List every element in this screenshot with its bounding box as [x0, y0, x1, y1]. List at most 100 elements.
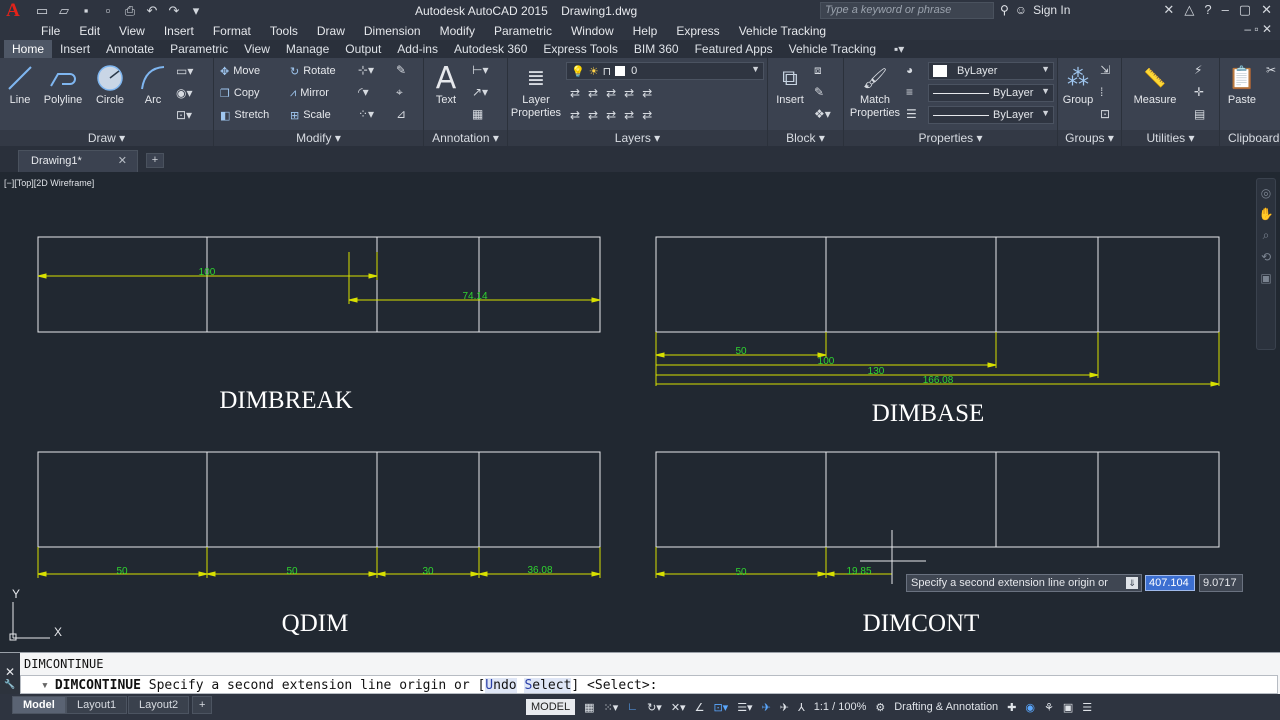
- tab-featured-apps[interactable]: Featured Apps: [687, 40, 781, 58]
- option-undo[interactable]: Undo: [485, 677, 517, 693]
- recent-commands-icon[interactable]: ▾: [41, 678, 49, 693]
- options-down-icon[interactable]: ⇓: [1126, 577, 1138, 589]
- pan-icon[interactable]: ✋: [1257, 207, 1275, 221]
- insert-block-tool[interactable]: ⧉ Insert: [770, 62, 810, 106]
- ungroup-icon[interactable]: ⇲: [1100, 63, 1110, 77]
- menu-format[interactable]: Format: [213, 24, 251, 38]
- rotate-button[interactable]: ↻ Rotate: [290, 61, 336, 81]
- quick-select-icon[interactable]: ⚡: [1194, 63, 1202, 77]
- close-tab-icon[interactable]: ✕: [118, 154, 127, 167]
- stretch-button[interactable]: ◧ Stretch: [220, 105, 269, 125]
- zoom-icon[interactable]: ⌕: [1257, 228, 1275, 243]
- rectangle-icon[interactable]: ▭▾: [176, 64, 193, 78]
- sign-in-link[interactable]: Sign In: [1033, 3, 1070, 17]
- customize-icon[interactable]: 🔧: [0, 679, 20, 690]
- isolate-objects-icon[interactable]: ◉: [1025, 701, 1035, 714]
- qat-dropdown-icon[interactable]: ▾: [188, 3, 204, 19]
- leader-icon[interactable]: ↗▾: [472, 85, 488, 99]
- layout-tab-layout2[interactable]: Layout2: [128, 696, 190, 714]
- command-line-handle[interactable]: ✕ 🔧: [0, 653, 20, 695]
- layer-tools-row-1[interactable]: ⇄⇄⇄⇄⇄: [570, 86, 660, 100]
- array-icon[interactable]: ⁘▾: [358, 107, 374, 121]
- model-space-toggle[interactable]: MODEL: [526, 699, 576, 715]
- maximize-icon[interactable]: ▢: [1239, 2, 1251, 18]
- layout-tab-layout1[interactable]: Layout1: [66, 696, 128, 714]
- measure-tool[interactable]: 📏 Measure: [1130, 62, 1180, 107]
- group-edit-icon[interactable]: ⁞: [1100, 85, 1103, 99]
- clean-screen-icon[interactable]: ▣: [1063, 701, 1073, 714]
- boundary-icon[interactable]: ⊡▾: [176, 108, 192, 122]
- group-tool[interactable]: ⁂ Group: [1060, 62, 1096, 106]
- annotation-panel-title[interactable]: Annotation ▾: [424, 130, 507, 146]
- autocad-logo-icon[interactable]: A: [0, 0, 26, 22]
- menu-parametric[interactable]: Parametric: [494, 24, 552, 38]
- menu-dimension[interactable]: Dimension: [364, 24, 421, 38]
- arc-tool[interactable]: Arc: [136, 62, 170, 106]
- help-search-input[interactable]: Type a keyword or phrase: [820, 2, 994, 19]
- open-file-icon[interactable]: ▱: [56, 3, 72, 19]
- workspace-dropdown[interactable]: Drafting & Annotation: [894, 701, 998, 713]
- print-icon[interactable]: ⎙: [122, 3, 138, 19]
- scale-button[interactable]: ⊞ Scale: [290, 105, 331, 125]
- ortho-icon[interactable]: ∟: [627, 701, 638, 713]
- menu-edit[interactable]: Edit: [79, 24, 100, 38]
- dynamic-input-y-field[interactable]: 9.0717: [1199, 574, 1243, 592]
- edit-block-icon[interactable]: ✎: [814, 85, 824, 99]
- menu-help[interactable]: Help: [633, 24, 658, 38]
- annotation-scale-icon[interactable]: ✈: [780, 701, 789, 714]
- object-snap-icon[interactable]: ⊡▾: [713, 701, 728, 714]
- groups-panel-title[interactable]: Groups ▾: [1058, 130, 1121, 146]
- annotation-scale-dropdown[interactable]: 1:1 / 100%: [814, 701, 867, 713]
- lineweight-toggle-icon[interactable]: ☰▾: [737, 701, 752, 714]
- line-tool[interactable]: Line: [4, 62, 36, 106]
- new-layout-button[interactable]: +: [192, 696, 213, 714]
- tab-annotate[interactable]: Annotate: [98, 40, 162, 58]
- layout-tab-model[interactable]: Model: [12, 696, 66, 714]
- undo-icon[interactable]: ↶: [144, 3, 160, 19]
- layers-panel-title[interactable]: Layers ▾: [508, 130, 767, 146]
- tab-autodesk-360[interactable]: Autodesk 360: [446, 40, 535, 58]
- utilities-panel-title[interactable]: Utilities ▾: [1122, 130, 1219, 146]
- snap-icon[interactable]: ⁙▾: [604, 701, 619, 714]
- drawing-canvas[interactable]: 100 74.14 50 100 130 166.08 50 50 30 36.…: [0, 172, 1280, 652]
- steering-wheel-icon[interactable]: ◎: [1257, 186, 1275, 200]
- redo-icon[interactable]: ↷: [166, 3, 182, 19]
- tab-home[interactable]: Home: [4, 40, 53, 58]
- linetype-dropdown[interactable]: ByLayer ▼: [928, 84, 1054, 102]
- viewport-controls[interactable]: [−][Top][2D Wireframe]: [4, 178, 94, 188]
- block-attribute-icon[interactable]: ❖▾: [814, 107, 831, 121]
- hatch-icon[interactable]: ◉▾: [176, 86, 193, 100]
- a360-icon[interactable]: △: [1184, 2, 1194, 18]
- tab-manage[interactable]: Manage: [278, 40, 337, 58]
- showmotion-icon[interactable]: ▣: [1257, 271, 1275, 285]
- new-file-icon[interactable]: ▭: [34, 3, 50, 19]
- circle-tool[interactable]: Circle: [92, 62, 128, 106]
- annotation-monitor-icon[interactable]: ⅄: [798, 701, 805, 714]
- properties-panel-title[interactable]: Properties ▾: [844, 130, 1057, 146]
- plus-icon[interactable]: ✚: [1007, 701, 1016, 714]
- polyline-tool[interactable]: Polyline: [40, 62, 86, 106]
- copy-button[interactable]: ❐ Copy: [220, 83, 260, 103]
- grid-icon[interactable]: ▦: [584, 701, 594, 714]
- menu-window[interactable]: Window: [571, 24, 614, 38]
- explode-icon[interactable]: ⌖: [396, 85, 403, 100]
- offset-icon[interactable]: ⊿: [396, 107, 406, 121]
- binoculars-icon[interactable]: ⚲: [1000, 3, 1009, 17]
- new-tab-button[interactable]: +: [146, 153, 164, 168]
- clipboard-panel-title[interactable]: Clipboard: [1220, 130, 1280, 146]
- tab-view[interactable]: View: [236, 40, 278, 58]
- object-snap-tracking-icon[interactable]: ∠: [695, 701, 705, 714]
- save-as-icon[interactable]: ▫: [100, 3, 116, 19]
- hardware-acceleration-icon[interactable]: ⚘: [1044, 701, 1054, 714]
- text-tool[interactable]: A Text: [430, 61, 462, 107]
- menu-tools[interactable]: Tools: [270, 24, 298, 38]
- ribbon-minimize-icon[interactable]: ▪▾: [894, 42, 904, 56]
- menu-draw[interactable]: Draw: [317, 24, 345, 38]
- close-command-line-icon[interactable]: ✕: [0, 665, 20, 679]
- draw-panel-title[interactable]: Draw ▾: [0, 130, 213, 146]
- tab-output[interactable]: Output: [337, 40, 389, 58]
- file-tab-drawing1[interactable]: Drawing1* ✕: [18, 150, 138, 172]
- linear-dimension-icon[interactable]: ⊢▾: [472, 63, 488, 77]
- exchange-icon[interactable]: ✕: [1163, 2, 1174, 18]
- menu-view[interactable]: View: [119, 24, 145, 38]
